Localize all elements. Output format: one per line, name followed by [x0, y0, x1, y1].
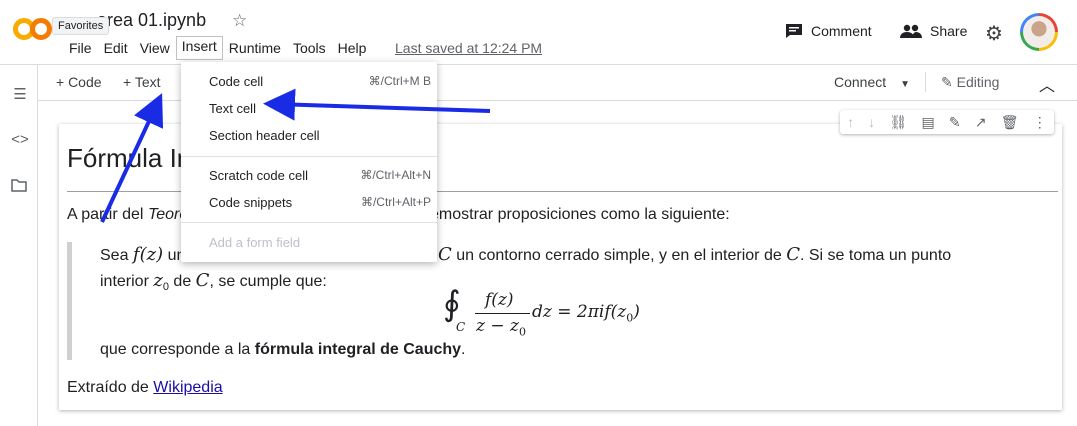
annotation-arrows — [100, 88, 491, 223]
arrow-to-add-text-button — [100, 93, 164, 223]
arrow-to-text-cell — [263, 88, 491, 121]
